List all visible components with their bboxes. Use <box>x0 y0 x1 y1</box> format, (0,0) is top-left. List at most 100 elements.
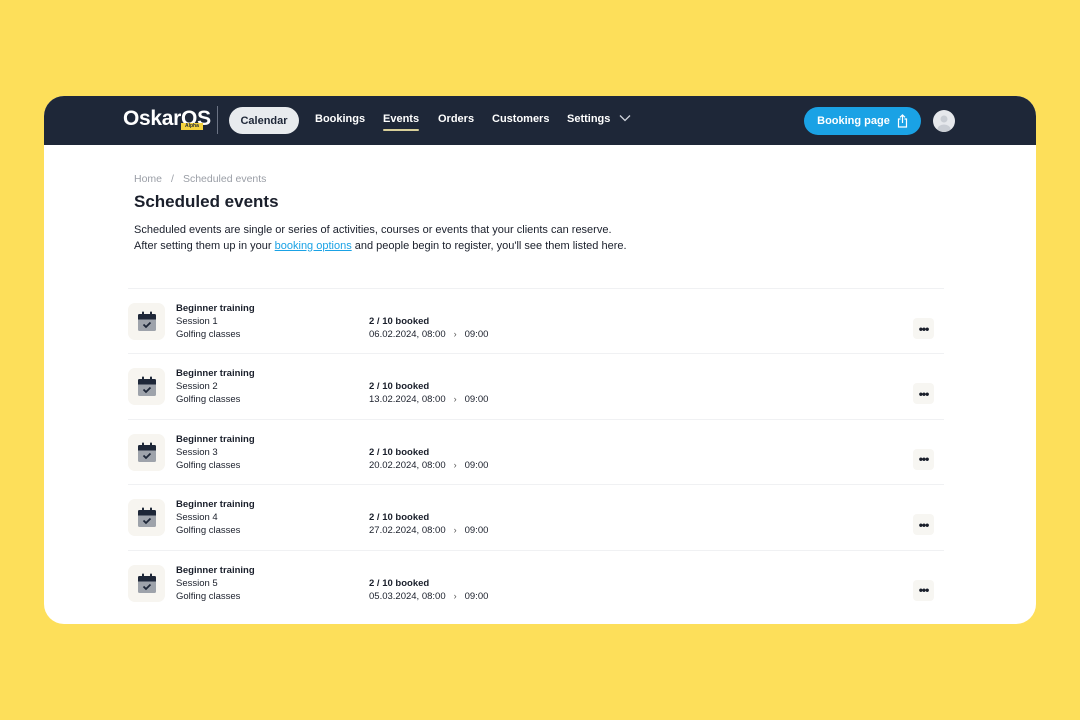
event-time: 27.02.2024, 08:00 › 09:00 <box>369 524 488 537</box>
nav-events[interactable]: Events <box>383 113 420 131</box>
booking-info: 2 / 10 booked 06.02.2024, 08:00 › 09:00 <box>369 315 488 341</box>
booked-count: 2 / 10 booked <box>369 577 430 589</box>
chevron-right-icon: › <box>453 329 457 339</box>
event-end: 09:00 <box>464 590 489 602</box>
booking-page-button[interactable]: Booking page <box>804 107 921 135</box>
booking-page-label: Booking page <box>817 115 890 127</box>
event-row[interactable]: Beginner training Session 3 Golfing clas… <box>128 420 944 486</box>
event-category: Golfing classes <box>176 394 241 406</box>
booking-info: 2 / 10 booked 27.02.2024, 08:00 › 09:00 <box>369 511 488 537</box>
event-info: Beginner training Session 4 Golfing clas… <box>176 498 255 537</box>
divider <box>217 106 218 134</box>
event-info: Beginner training Session 3 Golfing clas… <box>176 433 255 472</box>
event-end: 09:00 <box>464 525 489 537</box>
event-start: 06.02.2024, 08:00 <box>369 329 446 340</box>
breadcrumb-separator: / <box>171 173 174 185</box>
more-options-button[interactable]: ••• <box>913 514 934 536</box>
event-info: Beginner training Session 1 Golfing clas… <box>176 302 255 341</box>
main-content: Home / Scheduled events Scheduled events… <box>128 145 1036 624</box>
chevron-right-icon: › <box>453 459 457 470</box>
event-icon-tile <box>128 303 165 340</box>
event-session: Session 5 <box>176 577 218 589</box>
event-session: Session 3 <box>176 446 218 458</box>
event-title: Beginner training <box>176 433 255 445</box>
booked-count: 2 / 10 booked <box>369 381 430 393</box>
chevron-right-icon: › <box>453 590 457 601</box>
event-row[interactable]: Beginner training Session 4 Golfing clas… <box>128 485 944 551</box>
booked-count: 2 / 10 booked <box>369 512 430 524</box>
intro-text-end: and people begin to register, you'll see… <box>351 239 627 252</box>
chevron-down-icon[interactable] <box>619 113 631 123</box>
breadcrumb: Home / Scheduled events <box>134 173 266 185</box>
chevron-right-icon: › <box>453 525 457 536</box>
top-navigation-bar: OskarOS Alpha Calendar Bookings Events O… <box>44 96 1036 145</box>
more-horizontal-icon: ••• <box>918 321 930 336</box>
event-time: 13.02.2024, 08:00 › 09:00 <box>369 393 488 406</box>
share-icon <box>897 114 907 128</box>
event-end: 09:00 <box>464 394 489 406</box>
event-session: Session 4 <box>176 512 218 524</box>
more-options-button[interactable]: ••• <box>913 318 934 339</box>
more-horizontal-icon: ••• <box>918 517 930 532</box>
event-time: 05.03.2024, 08:00 › 09:00 <box>369 590 488 603</box>
nav-settings[interactable]: Settings <box>567 113 610 125</box>
event-icon-tile <box>128 368 165 406</box>
event-row[interactable]: Beginner training Session 1 Golfing clas… <box>128 289 944 355</box>
more-horizontal-icon: ••• <box>918 452 930 467</box>
event-title: Beginner training <box>176 368 255 380</box>
event-title: Beginner training <box>176 564 255 576</box>
breadcrumb-current: Scheduled events <box>182 173 267 185</box>
event-start: 27.02.2024, 08:00 <box>369 525 446 537</box>
event-title: Beginner training <box>176 499 255 511</box>
calendar-check-icon <box>137 311 156 331</box>
more-horizontal-icon: ••• <box>918 386 930 401</box>
user-icon <box>937 115 951 132</box>
calendar-check-icon <box>137 376 156 397</box>
event-start: 20.02.2024, 08:00 <box>369 459 446 471</box>
booking-info: 2 / 10 booked 13.02.2024, 08:00 › 09:00 <box>369 380 488 406</box>
event-icon-tile <box>128 564 165 602</box>
more-options-button[interactable]: ••• <box>913 579 934 601</box>
nav-bookings[interactable]: Bookings <box>315 113 365 125</box>
event-icon-tile <box>128 433 165 471</box>
event-title: Beginner training <box>176 303 255 314</box>
more-options-button[interactable]: ••• <box>913 383 934 405</box>
event-end: 09:00 <box>464 459 489 471</box>
event-end: 09:00 <box>464 329 489 340</box>
page-description: Scheduled events are single or series of… <box>134 223 634 254</box>
event-icon-tile <box>128 499 165 537</box>
nav-orders[interactable]: Orders <box>438 113 474 125</box>
page-title: Scheduled events <box>134 192 279 211</box>
user-avatar[interactable] <box>933 110 955 132</box>
event-session: Session 2 <box>176 381 218 393</box>
booked-count: 2 / 10 booked <box>369 446 430 458</box>
event-start: 05.03.2024, 08:00 <box>369 590 446 602</box>
calendar-check-icon <box>137 573 156 593</box>
chevron-right-icon: › <box>453 394 457 405</box>
breadcrumb-home[interactable]: Home <box>134 173 162 185</box>
more-options-button[interactable]: ••• <box>913 448 934 470</box>
event-category: Golfing classes <box>176 329 241 340</box>
nav-calendar-button[interactable]: Calendar <box>229 107 299 134</box>
event-time: 20.02.2024, 08:00 › 09:00 <box>369 459 488 472</box>
booking-info: 2 / 10 booked 20.02.2024, 08:00 › 09:00 <box>369 446 488 472</box>
logo-badge: Alpha <box>181 123 203 130</box>
calendar-check-icon <box>137 442 156 462</box>
event-category: Golfing classes <box>176 459 241 471</box>
event-start: 13.02.2024, 08:00 <box>369 394 446 406</box>
booking-options-link[interactable]: booking options <box>275 240 352 252</box>
more-horizontal-icon: ••• <box>918 583 930 598</box>
calendar-check-icon <box>137 507 156 528</box>
event-session: Session 1 <box>176 316 218 327</box>
event-info: Beginner training Session 5 Golfing clas… <box>176 564 255 603</box>
booked-count: 2 / 10 booked <box>369 316 430 327</box>
event-list: Beginner training Session 1 Golfing clas… <box>128 288 944 616</box>
event-row[interactable]: Beginner training Session 5 Golfing clas… <box>128 551 944 616</box>
event-row[interactable]: Beginner training Session 2 Golfing clas… <box>128 354 944 420</box>
event-category: Golfing classes <box>176 525 241 537</box>
booking-info: 2 / 10 booked 05.03.2024, 08:00 › 09:00 <box>369 577 488 603</box>
nav-customers[interactable]: Customers <box>492 113 549 125</box>
event-category: Golfing classes <box>176 590 241 602</box>
event-info: Beginner training Session 2 Golfing clas… <box>176 367 255 406</box>
app-window: OskarOS Alpha Calendar Bookings Events O… <box>44 96 1036 624</box>
